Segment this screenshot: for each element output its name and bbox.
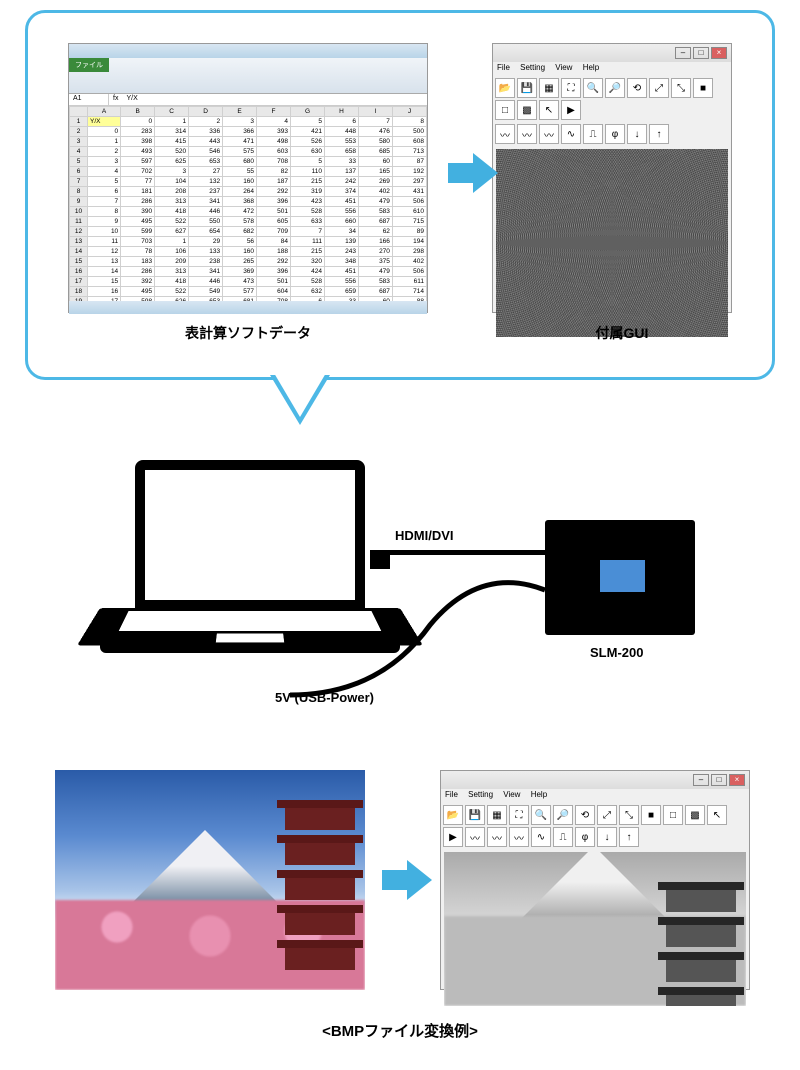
square-icon[interactable]: ⎍ bbox=[583, 124, 603, 144]
play-icon[interactable]: ▶ bbox=[561, 100, 581, 120]
zoom-out-icon[interactable]: 🔎 bbox=[605, 78, 625, 98]
hdmi-label: HDMI/DVI bbox=[395, 528, 454, 543]
minimize-button[interactable]: – bbox=[675, 47, 691, 59]
close-button[interactable]: × bbox=[729, 774, 745, 786]
arrow-icon bbox=[448, 153, 498, 193]
gui-window-output: – □ × File Setting View Help 📂💾▦⛶🔍🔎⟲⤢⤡■□… bbox=[440, 770, 750, 990]
gui-pattern-canvas[interactable] bbox=[496, 149, 728, 337]
square-icon[interactable]: ⎍ bbox=[553, 827, 573, 847]
zoom-in-icon[interactable]: 🔍 bbox=[583, 78, 603, 98]
gui2-toolbar: 📂💾▦⛶🔍🔎⟲⤢⤡■□▩↖▶〰〰〰∿⎍φ↓↑ bbox=[441, 803, 749, 849]
spreadsheet-grid[interactable]: ABCDEFGHIJ1Y/X01234567820283314336366393… bbox=[69, 106, 427, 301]
wave-red-icon[interactable]: 〰 bbox=[465, 827, 485, 847]
usb-power-label: 5V (USB-Power) bbox=[275, 690, 374, 705]
reset-icon[interactable]: ⟲ bbox=[575, 805, 595, 825]
sine-icon[interactable]: ∿ bbox=[561, 124, 581, 144]
folder-icon[interactable]: 📂 bbox=[495, 78, 515, 98]
black-icon[interactable]: ■ bbox=[641, 805, 661, 825]
arrow-icon bbox=[382, 860, 432, 900]
menu-file[interactable]: File bbox=[497, 63, 510, 72]
diag-out-icon[interactable]: ⤢ bbox=[597, 805, 617, 825]
phase-icon[interactable]: φ bbox=[575, 827, 595, 847]
wave-blue-icon[interactable]: 〰 bbox=[539, 124, 559, 144]
grid-icon[interactable]: ▦ bbox=[487, 805, 507, 825]
phase-icon[interactable]: φ bbox=[605, 124, 625, 144]
white-icon[interactable]: □ bbox=[495, 100, 515, 120]
gui2-titlebar: – □ × bbox=[441, 771, 749, 789]
usb-cable bbox=[280, 555, 560, 705]
min-icon[interactable]: ↓ bbox=[627, 124, 647, 144]
zoom-in-icon[interactable]: 🔍 bbox=[531, 805, 551, 825]
menu-view[interactable]: View bbox=[555, 63, 572, 72]
white-icon[interactable]: □ bbox=[663, 805, 683, 825]
formula-bar: A1 fx Y/X bbox=[69, 94, 427, 106]
zoom-out-icon[interactable]: 🔎 bbox=[553, 805, 573, 825]
formula-input[interactable]: Y/X bbox=[122, 94, 141, 105]
checker-icon[interactable]: ▩ bbox=[685, 805, 705, 825]
folder-icon[interactable]: 📂 bbox=[443, 805, 463, 825]
close-button[interactable]: × bbox=[711, 47, 727, 59]
name-box[interactable]: A1 bbox=[69, 94, 109, 105]
gui-toolbar-2: 〰〰〰∿⎍φ↓↑ bbox=[493, 122, 731, 146]
menu-file[interactable]: File bbox=[445, 790, 458, 799]
gui2-menubar: File Setting View Help bbox=[441, 789, 749, 803]
wave-green-icon[interactable]: 〰 bbox=[517, 124, 537, 144]
diag-in-icon[interactable]: ⤡ bbox=[671, 78, 691, 98]
fx-label: fx bbox=[109, 94, 122, 105]
input-bmp-image bbox=[55, 770, 365, 990]
spreadsheet-window: ファイル A1 fx Y/X ABCDEFGHIJ1Y/X01234567820… bbox=[68, 43, 428, 313]
play-icon[interactable]: ▶ bbox=[443, 827, 463, 847]
expand-icon[interactable]: ⛶ bbox=[561, 78, 581, 98]
sine-icon[interactable]: ∿ bbox=[531, 827, 551, 847]
software-callout: ファイル A1 fx Y/X ABCDEFGHIJ1Y/X01234567820… bbox=[25, 10, 775, 380]
wave-green-icon[interactable]: 〰 bbox=[487, 827, 507, 847]
menu-help[interactable]: Help bbox=[583, 63, 599, 72]
cursor-icon[interactable]: ↖ bbox=[707, 805, 727, 825]
gui-caption: 付属GUI bbox=[572, 323, 672, 343]
grid-icon[interactable]: ▦ bbox=[539, 78, 559, 98]
slm-device-icon bbox=[545, 520, 695, 635]
min-icon[interactable]: ↓ bbox=[597, 827, 617, 847]
menu-help[interactable]: Help bbox=[531, 790, 547, 799]
gui2-output-canvas[interactable] bbox=[444, 852, 746, 1006]
black-icon[interactable]: ■ bbox=[693, 78, 713, 98]
cursor-icon[interactable]: ↖ bbox=[539, 100, 559, 120]
gui-titlebar: – □ × bbox=[493, 44, 731, 62]
menu-view[interactable]: View bbox=[503, 790, 520, 799]
bmp-conversion-caption: <BMPファイル変換例> bbox=[0, 1020, 800, 1041]
wave-blue-icon[interactable]: 〰 bbox=[509, 827, 529, 847]
menu-setting[interactable]: Setting bbox=[520, 63, 545, 72]
minimize-button[interactable]: – bbox=[693, 774, 709, 786]
gui-toolbar-1: 📂💾▦⛶🔍🔎⟲⤢⤡■ □▩↖▶ bbox=[493, 76, 731, 122]
menu-setting[interactable]: Setting bbox=[468, 790, 493, 799]
wave-red-icon[interactable]: 〰 bbox=[495, 124, 515, 144]
maximize-button[interactable]: □ bbox=[711, 774, 727, 786]
excel-ribbon: ファイル bbox=[69, 58, 427, 94]
max-icon[interactable]: ↑ bbox=[619, 827, 639, 847]
diag-out-icon[interactable]: ⤢ bbox=[649, 78, 669, 98]
gui-menubar: File Setting View Help bbox=[493, 62, 731, 76]
maximize-button[interactable]: □ bbox=[693, 47, 709, 59]
device-label: SLM-200 bbox=[590, 645, 643, 660]
expand-icon[interactable]: ⛶ bbox=[509, 805, 529, 825]
checker-icon[interactable]: ▩ bbox=[517, 100, 537, 120]
diag-in-icon[interactable]: ⤡ bbox=[619, 805, 639, 825]
excel-statusbar bbox=[69, 301, 427, 314]
save-icon[interactable]: 💾 bbox=[465, 805, 485, 825]
reset-icon[interactable]: ⟲ bbox=[627, 78, 647, 98]
excel-titlebar bbox=[69, 44, 427, 58]
save-icon[interactable]: 💾 bbox=[517, 78, 537, 98]
file-tab[interactable]: ファイル bbox=[69, 58, 109, 72]
max-icon[interactable]: ↑ bbox=[649, 124, 669, 144]
spreadsheet-caption: 表計算ソフトデータ bbox=[158, 323, 338, 343]
gui-window: – □ × File Setting View Help 📂💾▦⛶🔍🔎⟲⤢⤡■ □… bbox=[492, 43, 732, 313]
